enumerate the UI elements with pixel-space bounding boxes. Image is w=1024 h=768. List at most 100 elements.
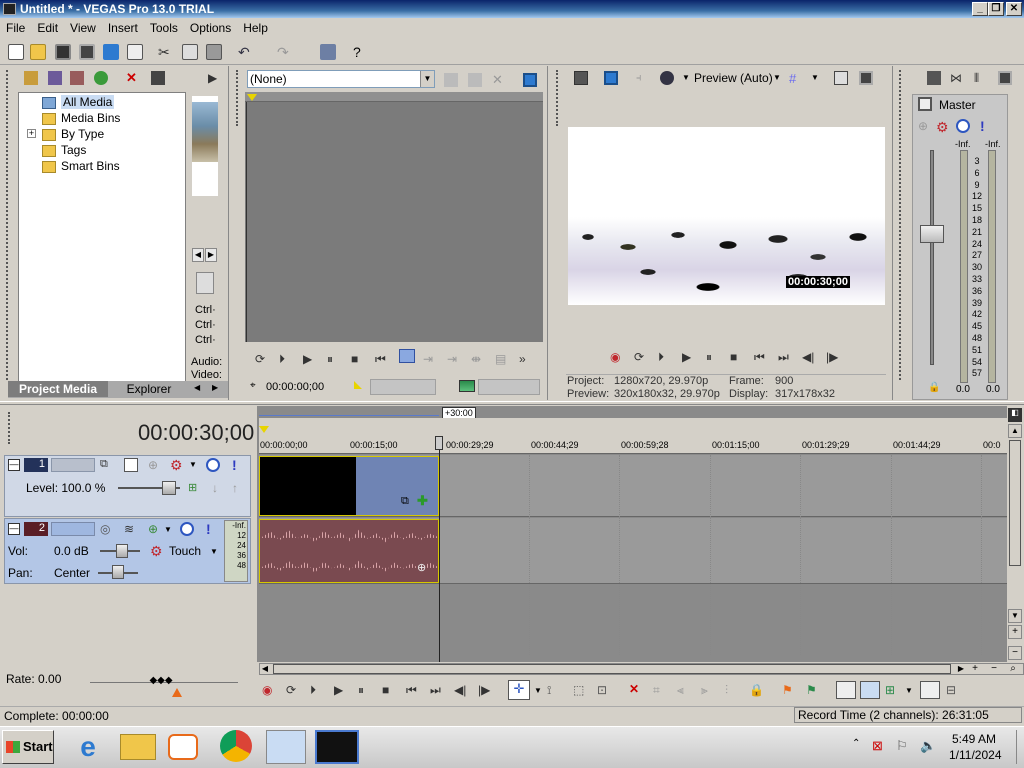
event-pan-crop-icon[interactable]: ⧉ <box>401 495 409 508</box>
trimmer-grip[interactable] <box>236 70 240 126</box>
master-mute-icon[interactable] <box>956 119 970 133</box>
pan-slider-handle[interactable] <box>112 565 124 579</box>
trimmer-tool-icon[interactable] <box>468 73 482 87</box>
tree-all-media[interactable]: All Media <box>42 94 115 110</box>
trimmer-clear-icon[interactable]: ✕ <box>492 72 506 87</box>
tray-expand-icon[interactable]: ⌃ <box>852 738 860 749</box>
cut-icon[interactable]: ✂ <box>158 44 174 60</box>
master-fader-handle[interactable] <box>920 225 944 243</box>
keyboard-app-icon[interactable] <box>266 730 306 764</box>
import-media-icon[interactable] <box>24 71 38 85</box>
add-to-timeline-icon[interactable]: ⇥ <box>423 352 439 366</box>
next-frame-icon[interactable]: |▶ <box>478 683 494 697</box>
preview-mode-chevron-icon[interactable]: ▼ <box>773 73 781 82</box>
menu-view[interactable]: View <box>64 18 102 35</box>
edit-tool-chevron-icon[interactable]: ▼ <box>534 686 542 695</box>
chrome-icon[interactable] <box>220 730 252 762</box>
preview-quality-icon[interactable] <box>660 71 674 85</box>
loop-region-bar[interactable] <box>259 408 439 416</box>
redo-icon[interactable]: ↷ <box>277 44 293 60</box>
master-fx-icon[interactable] <box>927 71 941 85</box>
file-explorer-icon[interactable] <box>120 734 156 760</box>
new-icon[interactable] <box>8 44 24 60</box>
menu-edit[interactable]: Edit <box>31 18 64 35</box>
ignore-grouping-icon[interactable]: ⊟ <box>946 683 960 697</box>
media-thumbnail[interactable] <box>192 96 218 196</box>
save-icon[interactable] <box>55 44 71 60</box>
play-from-start-icon[interactable]: ⏵ <box>658 350 674 364</box>
vol-slider-handle[interactable] <box>116 544 128 558</box>
get-media-icon[interactable] <box>70 71 84 85</box>
next-frame-icon[interactable]: |▶ <box>826 350 842 364</box>
loop-icon[interactable]: ⟳ <box>255 352 271 366</box>
mute-icon[interactable] <box>206 458 220 472</box>
menu-file[interactable]: File <box>0 18 31 35</box>
enable-snapping-icon[interactable] <box>320 44 336 60</box>
fit-icon[interactable]: ⇼ <box>471 352 487 366</box>
master-solo-icon[interactable]: ! <box>980 118 994 134</box>
tab-project-media[interactable]: Project Media <box>8 381 108 397</box>
expand-icon[interactable]: + <box>27 129 36 138</box>
scroll-left-button[interactable]: ◀ <box>192 248 204 262</box>
lock-envelopes-toggle[interactable] <box>920 681 940 699</box>
gear-chevron-icon[interactable]: ▼ <box>189 460 197 469</box>
auto-preview-icon[interactable]: ▶ <box>208 71 222 85</box>
menu-options[interactable]: Options <box>184 18 237 35</box>
pause-icon[interactable]: ⏸ <box>358 683 374 697</box>
refresh-icon[interactable] <box>94 71 108 85</box>
save-snapshot-icon[interactable] <box>859 71 873 85</box>
undo-icon[interactable]: ↶ <box>238 44 254 60</box>
show-desktop-button[interactable] <box>1016 730 1022 764</box>
compositing-mode-icon[interactable] <box>124 458 138 472</box>
tab-scroll-left[interactable]: ◀ <box>194 383 204 395</box>
out-marker-icon[interactable] <box>459 380 475 392</box>
delete-icon[interactable]: ✕ <box>629 682 643 696</box>
copy-icon[interactable] <box>182 44 198 60</box>
whats-this-help-icon[interactable]: ? <box>353 44 369 60</box>
record-icon[interactable]: ◉ <box>610 350 626 364</box>
track-up-icon[interactable]: ↑ <box>232 481 246 495</box>
pause-icon[interactable]: ⏸ <box>706 350 722 364</box>
vzoom-out-button[interactable]: − <box>1008 646 1022 660</box>
play-from-start-icon[interactable]: ⏵ <box>279 352 295 366</box>
audio-event[interactable]: ⊕ <box>259 519 439 583</box>
vscroll-up-button[interactable]: ▲ <box>1008 424 1022 438</box>
maximize-button[interactable]: ❐ <box>988 2 1004 16</box>
explorer-grip[interactable] <box>6 70 10 380</box>
zoom-tool-icon[interactable]: ⌕ <box>1006 663 1020 675</box>
play-from-start-icon[interactable]: ⏵ <box>310 683 326 697</box>
track-collapse-icon[interactable]: — <box>8 523 20 535</box>
minimize-button[interactable]: _ <box>972 2 988 16</box>
trimmer-monitor-icon[interactable] <box>523 73 537 87</box>
network-icon[interactable]: ⊠ <box>872 738 888 754</box>
timeline-grip[interactable] <box>8 412 12 444</box>
media-fx-icon[interactable] <box>151 71 165 85</box>
clock-time[interactable]: 5:49 AM <box>952 732 996 746</box>
stop-icon[interactable]: ■ <box>382 683 398 697</box>
show-video-icon[interactable] <box>399 349 415 363</box>
more-icon[interactable]: » <box>519 352 535 366</box>
tree-by-type[interactable]: By Type <box>42 126 104 142</box>
copy-snapshot-icon[interactable] <box>834 71 848 85</box>
timeline-separator[interactable] <box>0 401 1024 405</box>
hscroll-right-button[interactable]: ▶ <box>955 663 967 675</box>
level-slider-handle[interactable] <box>162 481 176 495</box>
play-icon[interactable]: ▶ <box>334 683 350 697</box>
master-lock-icon[interactable]: 🔒 <box>928 382 940 393</box>
preview-quality-chevron-icon[interactable]: ▼ <box>682 73 690 82</box>
paste-icon[interactable] <box>206 44 222 60</box>
menu-help[interactable]: Help <box>237 18 274 35</box>
stop-icon[interactable]: ■ <box>730 350 746 364</box>
rate-slider-handle[interactable]: ◆◆◆ <box>148 676 174 686</box>
arm-record-icon[interactable]: ◎ <box>100 522 114 536</box>
solo-icon[interactable]: ! <box>232 457 246 473</box>
tab-scroll-right[interactable]: ▶ <box>212 383 222 395</box>
audio-event-fx-icon[interactable]: ⊕ <box>417 561 426 574</box>
vscroll-top-icon[interactable]: ◧ <box>1008 408 1022 422</box>
make-compositing-parent-icon[interactable]: ↓ <box>212 481 226 495</box>
envelope-tool-icon[interactable]: ⟟ <box>547 683 561 697</box>
lock-meters-icon[interactable] <box>998 71 1012 85</box>
zoom-tool-icon[interactable]: ⊡ <box>597 683 611 697</box>
action-center-icon[interactable]: ⚐ <box>896 738 912 754</box>
selection-tool-icon[interactable]: ⬚ <box>573 683 587 697</box>
